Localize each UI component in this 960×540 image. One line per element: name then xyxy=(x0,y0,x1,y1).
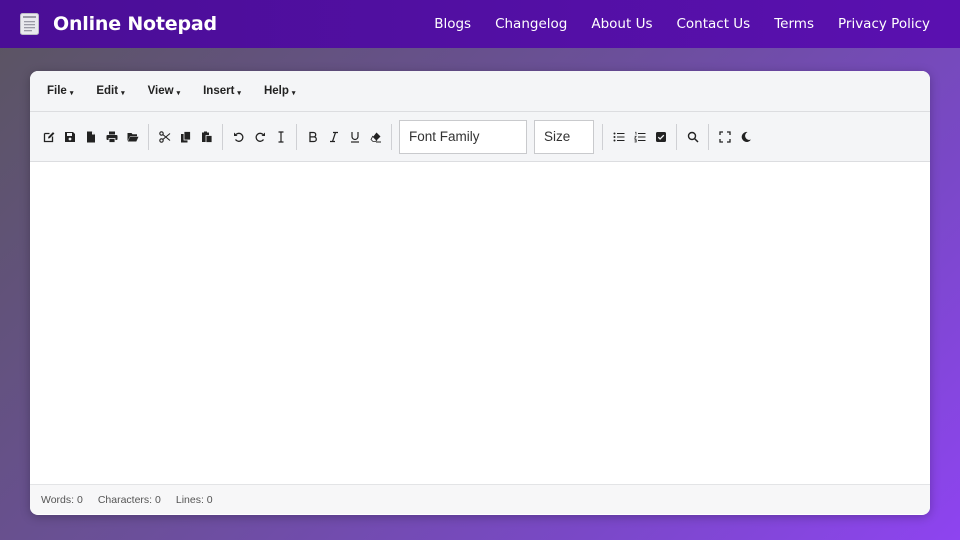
caret-down-icon: ▾ xyxy=(237,89,241,97)
eraser-icon xyxy=(370,132,381,142)
bullet-list-icon xyxy=(613,132,624,141)
toolbar-divider xyxy=(296,123,297,150)
bold-button[interactable] xyxy=(303,127,323,147)
menu-view-label: View xyxy=(147,85,174,97)
folder-open-icon xyxy=(127,132,138,141)
save-icon xyxy=(64,131,75,142)
dark-mode-button[interactable] xyxy=(736,127,756,147)
toolbar: Font Family Size xyxy=(30,112,930,162)
word-count: Words: 0 xyxy=(41,493,83,506)
nav-links: Blogs Changelog About Us Contact Us Term… xyxy=(410,0,930,48)
menu-edit[interactable]: Edit ▾ xyxy=(96,85,124,97)
font-family-select[interactable]: Font Family xyxy=(399,119,527,154)
underline-icon xyxy=(350,131,359,143)
paste-button[interactable] xyxy=(197,127,217,147)
font-size-select[interactable]: Size xyxy=(534,119,594,154)
status-bar: Words: 0 Characters: 0 Lines: 0 xyxy=(30,485,930,514)
italic-button[interactable] xyxy=(324,127,344,147)
copy-icon xyxy=(180,130,191,142)
print-icon xyxy=(106,131,117,143)
undo-button[interactable] xyxy=(229,127,249,147)
bold-icon xyxy=(308,131,317,142)
menu-insert-label: Insert xyxy=(203,85,235,97)
toolbar-divider xyxy=(222,123,223,150)
numbered-list-button[interactable] xyxy=(630,127,650,147)
copy-button[interactable] xyxy=(176,127,196,147)
brand[interactable]: Online Notepad xyxy=(20,0,217,48)
underline-button[interactable] xyxy=(345,127,365,147)
menu-bar: File ▾ Edit ▾ View ▾ Insert ▾ Help ▾ xyxy=(30,71,930,112)
redo-icon xyxy=(255,132,265,142)
nav-link-privacy-policy[interactable]: Privacy Policy xyxy=(838,16,930,32)
character-count: Characters: 0 xyxy=(97,493,161,506)
menu-help[interactable]: Help ▾ xyxy=(264,85,295,97)
toolbar-divider xyxy=(391,123,392,150)
caret-down-icon: ▾ xyxy=(121,89,125,97)
checkbox-icon xyxy=(655,131,666,142)
italic-icon xyxy=(329,131,338,142)
search-button[interactable] xyxy=(683,127,703,147)
toolbar-divider xyxy=(676,123,677,150)
text-cursor-icon xyxy=(278,130,283,143)
file-button[interactable] xyxy=(81,127,101,147)
nav-link-blogs[interactable]: Blogs xyxy=(434,16,471,32)
file-icon xyxy=(86,131,95,142)
nav-link-contact-us[interactable]: Contact Us xyxy=(676,16,750,32)
open-file-button[interactable] xyxy=(123,127,143,147)
menu-edit-label: Edit xyxy=(96,85,119,97)
text-cursor-button[interactable] xyxy=(271,127,291,147)
bullet-list-button[interactable] xyxy=(609,127,629,147)
moon-icon xyxy=(741,131,751,142)
checklist-button[interactable] xyxy=(651,127,671,147)
font-size-placeholder: Size xyxy=(544,129,571,144)
fullscreen-button[interactable] xyxy=(715,127,735,147)
print-button[interactable] xyxy=(102,127,122,147)
menu-help-label: Help xyxy=(263,85,289,97)
app-title: Online Notepad xyxy=(53,13,217,35)
nav-link-about-us[interactable]: About Us xyxy=(591,16,652,32)
toolbar-divider xyxy=(602,123,603,150)
editor-card: File ▾ Edit ▾ View ▾ Insert ▾ Help ▾ Fon… xyxy=(30,71,930,515)
caret-down-icon: ▾ xyxy=(176,89,181,97)
new-note-button[interactable] xyxy=(39,127,59,147)
notepad-icon xyxy=(20,13,39,35)
save-button[interactable] xyxy=(60,127,80,147)
scissors-icon xyxy=(158,130,170,143)
caret-down-icon: ▾ xyxy=(291,89,296,97)
font-family-placeholder: Font Family xyxy=(409,129,480,144)
editor-text-area[interactable] xyxy=(30,162,930,485)
line-count: Lines: 0 xyxy=(175,493,213,506)
clear-format-button[interactable] xyxy=(366,127,386,147)
toolbar-divider xyxy=(148,123,149,150)
nav-link-terms[interactable]: Terms xyxy=(774,16,814,32)
undo-icon xyxy=(233,132,243,142)
fullscreen-icon xyxy=(718,130,731,143)
menu-insert[interactable]: Insert ▾ xyxy=(203,85,241,97)
search-icon xyxy=(687,131,699,143)
paste-icon xyxy=(201,131,212,143)
numbered-list-icon xyxy=(633,131,645,142)
toolbar-divider xyxy=(708,123,709,150)
nav-link-changelog[interactable]: Changelog xyxy=(495,16,567,32)
cut-button[interactable] xyxy=(155,127,175,147)
menu-view[interactable]: View ▾ xyxy=(148,85,181,97)
redo-button[interactable] xyxy=(250,127,270,147)
menu-file-label: File xyxy=(47,85,67,97)
new-note-icon xyxy=(43,131,54,142)
caret-down-icon: ▾ xyxy=(69,89,74,97)
top-navbar: Online Notepad Blogs Changelog About Us … xyxy=(0,0,960,48)
menu-file[interactable]: File ▾ xyxy=(47,85,73,97)
